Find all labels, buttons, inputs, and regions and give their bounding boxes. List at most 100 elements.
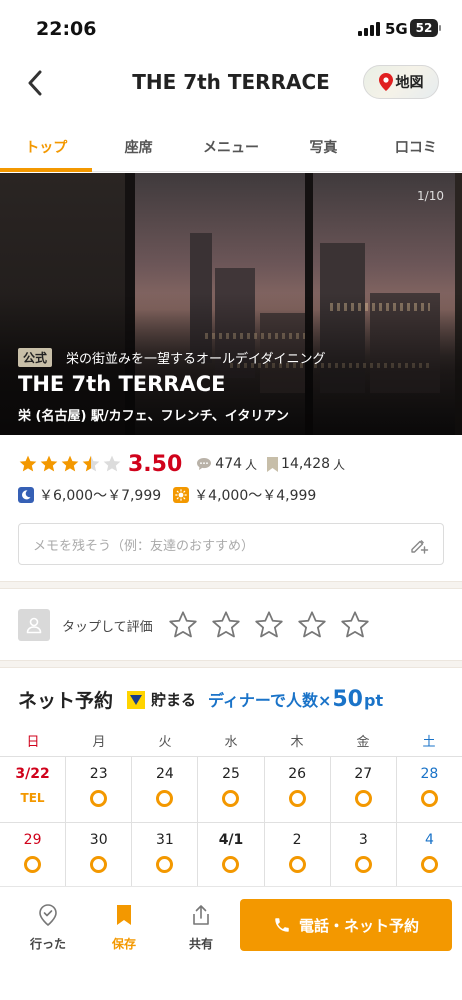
calendar-day[interactable]: 27	[329, 757, 396, 822]
star-half-icon	[82, 455, 100, 472]
promo-text: ディナーで人数×	[208, 691, 332, 710]
calendar-day[interactable]: 30	[65, 823, 131, 888]
signal-icon	[358, 22, 380, 36]
tpoint-icon	[127, 690, 146, 709]
calendar-day[interactable]: 25	[197, 757, 263, 822]
battery-icon: 52	[410, 19, 441, 37]
net-reserve-header: ネット予約 貯まる ディナーで人数× 50 pt	[18, 686, 383, 713]
point-promo: ディナーで人数× 50 pt	[208, 687, 383, 712]
rate-star-4[interactable]	[296, 609, 328, 641]
calendar-week: 3/22 TEL 23 24 25 26 27 28	[0, 756, 462, 822]
calendar-day[interactable]: 24	[131, 757, 197, 822]
dinner-price-value: ￥6,000～￥7,999	[39, 488, 162, 504]
review-count-unit: 人	[245, 457, 258, 472]
phone-icon	[275, 918, 289, 932]
calendar-day[interactable]: 4/1	[197, 823, 263, 888]
weekday-label: 月	[92, 735, 106, 750]
day-number: 30	[89, 832, 108, 848]
back-button[interactable]	[20, 66, 50, 100]
share-button[interactable]: 共有	[171, 903, 231, 952]
tab-menu[interactable]: メニュー	[185, 124, 277, 171]
tab-reviews[interactable]: 口コミ	[370, 124, 462, 171]
rating-score: 3.50	[128, 451, 183, 477]
bookmark-icon	[117, 905, 131, 925]
star-outline-icon	[340, 611, 369, 638]
rate-star-5[interactable]	[339, 609, 371, 641]
reservation-calendar: 日 月 火 水 木 金 土 3/22 TEL 23 24 25 26 27 28…	[0, 730, 462, 888]
calendar-day[interactable]: 26	[263, 757, 330, 822]
bookmark-icon	[267, 456, 279, 472]
star-filled-icon	[61, 455, 79, 472]
weekday-label: 日	[26, 735, 40, 750]
moon-icon	[18, 487, 34, 503]
avatar	[18, 609, 50, 641]
rate-star-2[interactable]	[210, 609, 242, 641]
day-number: 3	[358, 832, 368, 848]
day-number: 24	[155, 766, 174, 782]
star-outline-icon	[168, 611, 197, 638]
weekday-label: 火	[158, 735, 172, 750]
review-count[interactable]: 474 人	[196, 456, 257, 473]
day-number: 4/1	[218, 832, 244, 848]
rate-stars	[167, 609, 371, 641]
available-circle-icon	[24, 856, 42, 873]
status-bar: 22:06 5G 52	[0, 0, 462, 58]
calendar-day[interactable]: 28	[395, 757, 462, 822]
weekday-label: 土	[422, 735, 436, 750]
day-number: 23	[89, 766, 108, 782]
calendar-weekdays: 日 月 火 水 木 金 土	[0, 730, 462, 756]
available-circle-icon	[288, 790, 306, 807]
available-circle-icon	[420, 856, 438, 873]
map-button[interactable]: 地図	[363, 65, 439, 99]
section-divider	[0, 581, 462, 589]
calendar-day[interactable]: 29	[0, 823, 65, 888]
star-filled-icon	[19, 455, 37, 472]
restaurant-name: THE 7th TERRACE	[18, 372, 226, 396]
share-label: 共有	[188, 937, 213, 951]
save-count-unit: 人	[333, 457, 346, 472]
price-range-row: ￥6,000～￥7,999 ￥4,000～￥4,999	[18, 485, 316, 505]
rating-stars	[18, 454, 122, 474]
promo-number: 50	[332, 687, 363, 712]
promo-unit: pt	[363, 691, 384, 710]
rate-row: タップして評価	[18, 606, 448, 644]
status-time: 22:06	[36, 18, 97, 40]
available-circle-icon	[156, 790, 174, 807]
network-label: 5G	[385, 20, 408, 38]
photo-counter: 1/10	[417, 189, 444, 203]
available-circle-icon	[288, 856, 306, 873]
rate-label: タップして評価	[62, 619, 153, 635]
calendar-day[interactable]: 2	[263, 823, 330, 888]
weekday-label: 金	[356, 735, 370, 750]
star-outline-icon	[297, 611, 326, 638]
calendar-day[interactable]: 3/22 TEL	[0, 757, 65, 822]
star-outline-icon	[254, 611, 283, 638]
hero-photo-carousel[interactable]: 1/10 公式 栄の街並みを一望するオールデイダイニング THE 7th TER…	[0, 173, 462, 435]
calendar-day[interactable]: 4	[395, 823, 462, 888]
visited-button[interactable]: 行った	[18, 903, 78, 952]
edit-plus-icon	[411, 540, 429, 554]
save-button[interactable]: 保存	[94, 903, 154, 952]
map-pin-icon	[378, 73, 393, 91]
tab-top[interactable]: トップ	[0, 124, 93, 172]
available-circle-icon	[90, 790, 108, 807]
call-reserve-button[interactable]: 電話・ネット予約	[240, 899, 452, 951]
restaurant-genre: 栄 (名古屋) 駅/カフェ、フレンチ、イタリアン	[18, 409, 289, 424]
tab-bar: トップ 座席 メニュー 写真 口コミ	[0, 124, 462, 172]
available-circle-icon	[222, 790, 240, 807]
memo-input[interactable]: メモを残そう（例：友達のおすすめ）	[18, 523, 444, 565]
calendar-day[interactable]: 3	[329, 823, 396, 888]
day-number: 26	[288, 766, 307, 782]
save-count[interactable]: 14,428 人	[267, 456, 345, 473]
day-number: 2	[292, 832, 302, 848]
available-circle-icon	[156, 856, 174, 873]
tab-seats[interactable]: 座席	[92, 124, 184, 171]
speech-bubble-icon	[197, 458, 212, 470]
day-number: 29	[23, 832, 42, 848]
rate-star-3[interactable]	[253, 609, 285, 641]
calendar-day[interactable]: 23	[65, 757, 131, 822]
calendar-day[interactable]: 31	[131, 823, 197, 888]
star-empty-icon	[103, 455, 121, 472]
rate-star-1[interactable]	[167, 609, 199, 641]
tab-photos[interactable]: 写真	[277, 124, 369, 171]
